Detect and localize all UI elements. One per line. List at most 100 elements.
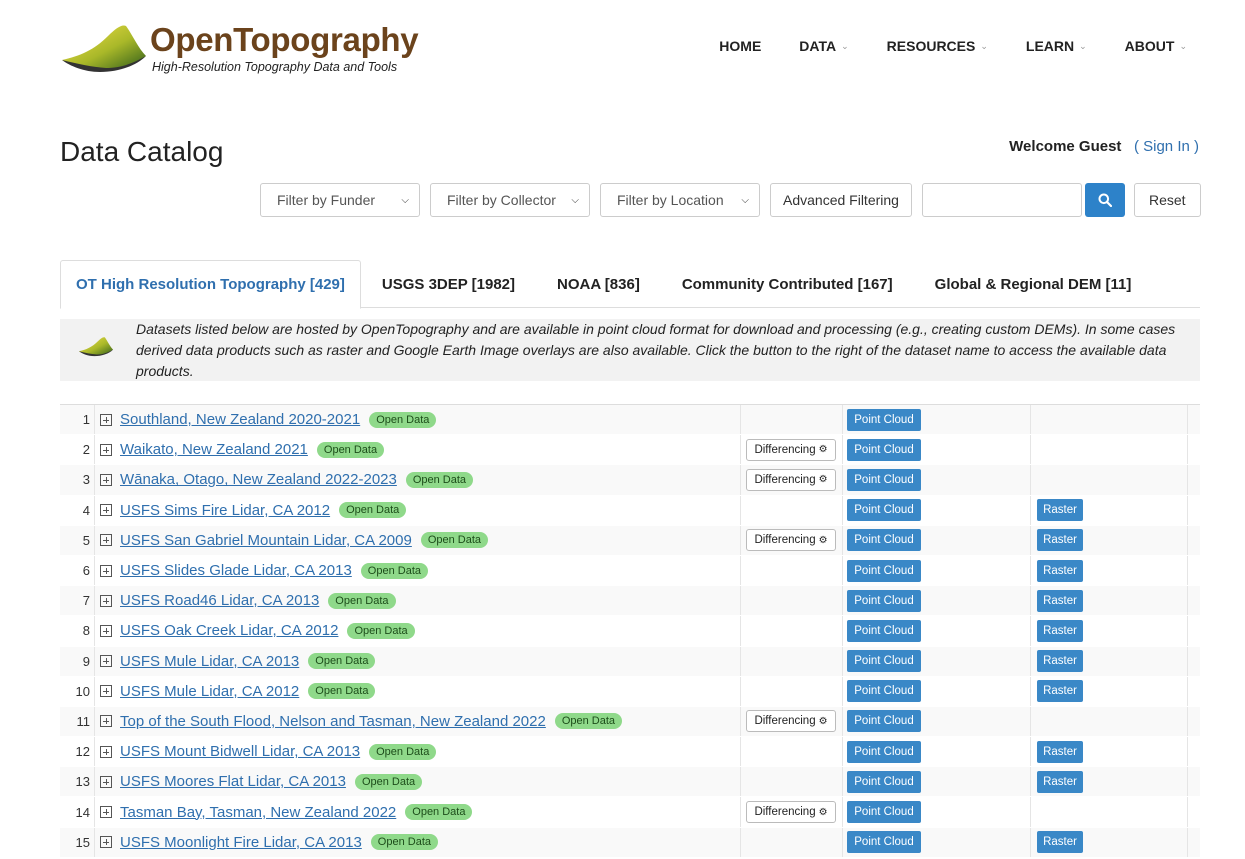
table-row: 8 USFS Oak Creek Lidar, CA 2012 Open Data P… (60, 616, 1200, 647)
point-cloud-button[interactable]: Point Cloud (847, 801, 921, 824)
dataset-link[interactable]: Wānaka, Otago, New Zealand 2022-2023 (120, 471, 397, 488)
point-cloud-button[interactable]: Point Cloud (847, 499, 921, 522)
dataset-link[interactable]: USFS Mule Lidar, CA 2012 (120, 683, 299, 700)
expand-icon[interactable] (100, 534, 112, 547)
site-logo[interactable]: OpenTopography High-Resolution Topograph… (60, 20, 419, 74)
dataset-link[interactable]: USFS Slides Glade Lidar, CA 2013 (120, 562, 352, 579)
dataset-link[interactable]: Southland, New Zealand 2020-2021 (120, 411, 360, 428)
dataset-link[interactable]: USFS San Gabriel Mountain Lidar, CA 2009 (120, 532, 412, 549)
open-data-badge: Open Data (308, 653, 376, 670)
table-row: 11 Top of the South Flood, Nelson and Tas… (60, 706, 1200, 738)
raster-button[interactable]: Raster (1037, 770, 1083, 793)
dataset-link[interactable]: USFS Oak Creek Lidar, CA 2012 (120, 622, 338, 639)
point-cloud-button[interactable]: Point Cloud (847, 438, 921, 461)
expand-icon[interactable] (100, 473, 112, 486)
point-cloud-button[interactable]: Point Cloud (847, 831, 921, 854)
raster-button[interactable]: Raster (1037, 619, 1083, 642)
differencing-button[interactable]: Differencing ⚙ (746, 710, 836, 733)
raster-button[interactable]: Raster (1037, 529, 1083, 552)
search-button[interactable] (1084, 183, 1125, 217)
nav-resources[interactable]: RESOURCES ⌄ (887, 38, 988, 54)
column-divider (842, 616, 843, 646)
collector-select[interactable]: Filter by Collector ⌵ (430, 183, 590, 217)
expand-icon[interactable] (100, 715, 112, 728)
point-cloud-button[interactable]: Point Cloud (847, 619, 921, 642)
column-divider (1030, 737, 1031, 767)
expand-icon[interactable] (100, 564, 112, 577)
tab-community-contributed[interactable]: Community Contributed [167] (661, 260, 914, 308)
dataset-link[interactable]: Top of the South Flood, Nelson and Tasma… (120, 713, 546, 730)
point-cloud-button[interactable]: Point Cloud (847, 529, 921, 552)
expand-icon[interactable] (100, 443, 112, 456)
point-cloud-button[interactable]: Point Cloud (847, 740, 921, 763)
row-number: 15 (75, 834, 90, 850)
nav-home[interactable]: HOME (719, 38, 761, 54)
filter-bar: Filter by Funder ⌵ Filter by Collector ⌵ F… (260, 183, 1201, 217)
expand-icon[interactable] (100, 413, 112, 426)
dataset-link[interactable]: Waikato, New Zealand 2021 (120, 441, 308, 458)
location-select[interactable]: Filter by Location ⌵ (600, 183, 760, 217)
raster-button[interactable]: Raster (1037, 831, 1083, 854)
column-divider (1030, 827, 1031, 857)
column-divider (740, 737, 741, 767)
sign-in-link[interactable]: Sign In (1143, 138, 1190, 155)
differencing-button[interactable]: Differencing ⚙ (746, 529, 836, 552)
row-number: 13 (75, 774, 90, 790)
advanced-filtering-button[interactable]: Advanced Filtering (770, 183, 912, 217)
point-cloud-button[interactable]: Point Cloud (847, 559, 921, 582)
point-cloud-button[interactable]: Point Cloud (847, 468, 921, 491)
differencing-button[interactable]: Differencing ⚙ (746, 438, 836, 461)
expand-icon[interactable] (100, 594, 112, 607)
dataset-link[interactable]: USFS Road46 Lidar, CA 2013 (120, 592, 319, 609)
point-cloud-button[interactable]: Point Cloud (847, 710, 921, 733)
nav-about[interactable]: ABOUT ⌄ (1125, 38, 1187, 54)
differencing-button[interactable]: Differencing ⚙ (746, 468, 836, 491)
column-divider (94, 827, 95, 857)
raster-button[interactable]: Raster (1037, 559, 1083, 582)
nav-learn[interactable]: LEARN ⌄ (1026, 38, 1087, 54)
column-divider (94, 525, 95, 555)
differencing-button[interactable]: Differencing ⚙ (746, 801, 836, 824)
dataset-link[interactable]: USFS Mule Lidar, CA 2013 (120, 653, 299, 670)
point-cloud-button[interactable]: Point Cloud (847, 408, 921, 431)
raster-button[interactable]: Raster (1037, 499, 1083, 522)
table-row: 10 USFS Mule Lidar, CA 2012 Open Data Point… (60, 676, 1200, 707)
nav-data[interactable]: DATA ⌄ (799, 38, 848, 54)
tab-global-regional-dem[interactable]: Global & Regional DEM [11] (914, 260, 1153, 308)
dataset-link[interactable]: USFS Moores Flat Lidar, CA 2013 (120, 773, 346, 790)
reset-button[interactable]: Reset (1133, 183, 1201, 217)
column-divider (842, 435, 843, 465)
point-cloud-button[interactable]: Point Cloud (847, 770, 921, 793)
point-cloud-button[interactable]: Point Cloud (847, 589, 921, 612)
tab-usgs-3dep[interactable]: USGS 3DEP [1982] (361, 260, 536, 308)
expand-icon[interactable] (100, 504, 112, 517)
raster-button[interactable]: Raster (1037, 740, 1083, 763)
funder-select[interactable]: Filter by Funder ⌵ (260, 183, 420, 217)
column-divider (842, 737, 843, 767)
expand-icon[interactable] (100, 745, 112, 758)
expand-icon[interactable] (100, 624, 112, 637)
raster-button[interactable]: Raster (1037, 650, 1083, 673)
tab-noaa[interactable]: NOAA [836] (536, 260, 661, 308)
expand-icon[interactable] (100, 775, 112, 788)
point-cloud-button[interactable]: Point Cloud (847, 650, 921, 673)
dataset-link[interactable]: Tasman Bay, Tasman, New Zealand 2022 (120, 804, 396, 821)
raster-button[interactable]: Raster (1037, 589, 1083, 612)
row-number: 9 (82, 653, 90, 669)
expand-icon[interactable] (100, 655, 112, 668)
tab-ot-high-resolution[interactable]: OT High Resolution Topography [429] (60, 260, 361, 309)
raster-button[interactable]: Raster (1037, 680, 1083, 703)
column-divider (1187, 616, 1188, 646)
column-divider (842, 525, 843, 555)
catalog-tabs: OT High Resolution Topography [429] USGS… (60, 260, 1200, 309)
expand-icon[interactable] (100, 685, 112, 698)
column-divider (1187, 797, 1188, 827)
search-input[interactable] (921, 183, 1082, 217)
dataset-link[interactable]: USFS Moonlight Fire Lidar, CA 2013 (120, 834, 362, 851)
dataset-link[interactable]: USFS Sims Fire Lidar, CA 2012 (120, 502, 330, 519)
point-cloud-button[interactable]: Point Cloud (847, 680, 921, 703)
expand-icon[interactable] (100, 806, 112, 819)
dataset-link[interactable]: USFS Mount Bidwell Lidar, CA 2013 (120, 743, 360, 760)
expand-icon[interactable] (100, 836, 112, 849)
column-divider (94, 767, 95, 797)
